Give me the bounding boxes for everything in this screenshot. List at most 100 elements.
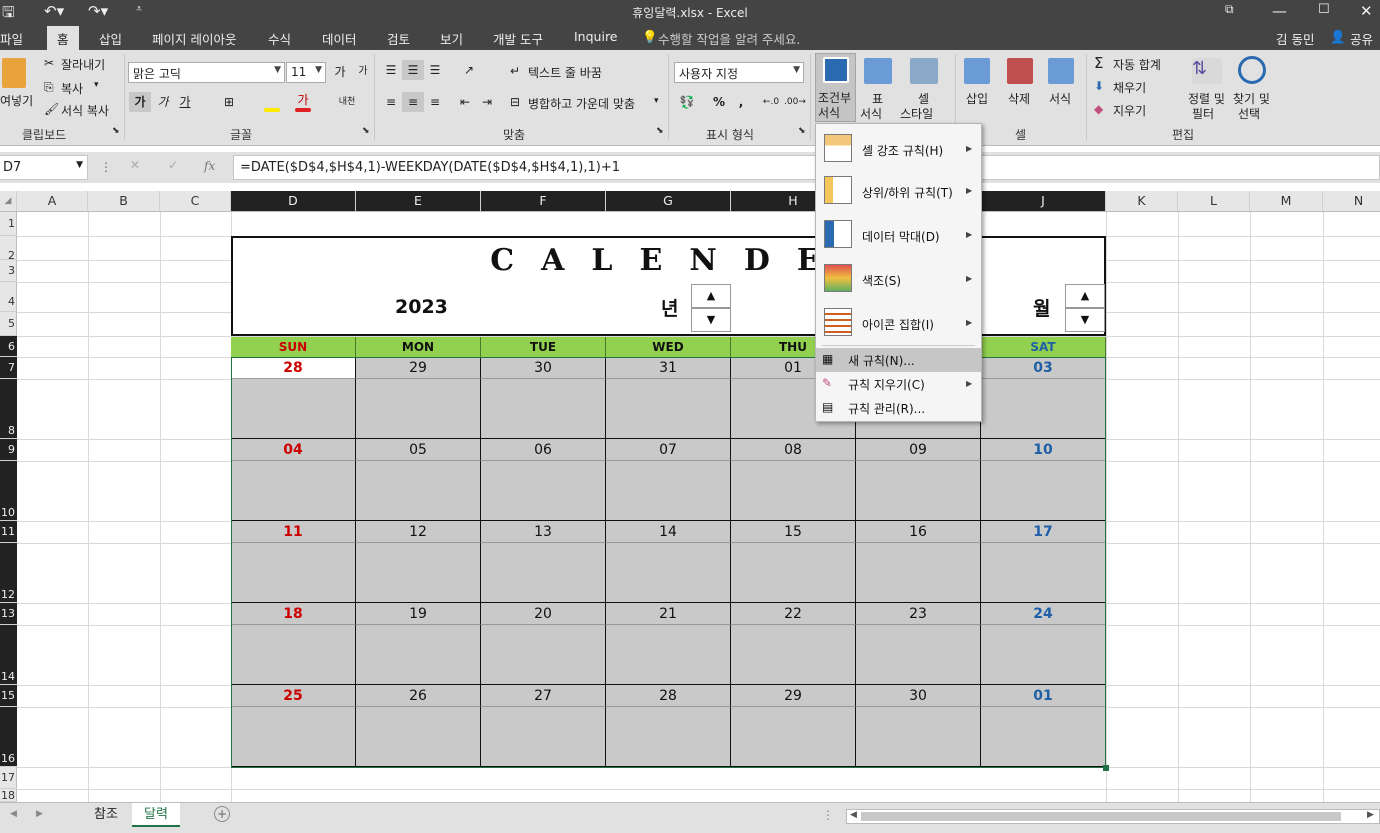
event-cell[interactable] (856, 461, 981, 521)
conditional-formatting-button[interactable]: 조건부 서식 (815, 53, 856, 122)
row-header[interactable]: 9 (0, 439, 17, 461)
date-cell[interactable]: 05 (356, 439, 481, 461)
scroll-right-icon[interactable]: ▶ (36, 809, 43, 819)
align-middle-icon[interactable]: ☰ (402, 60, 424, 80)
row-header[interactable]: 5 (0, 312, 17, 336)
font-color-button[interactable]: 가 (292, 90, 314, 110)
row-header[interactable]: 7 (0, 357, 17, 379)
date-cell[interactable]: 04 (231, 439, 356, 461)
event-cell[interactable] (731, 543, 856, 603)
column-header[interactable]: M (1250, 191, 1323, 211)
column-header[interactable]: B (88, 191, 160, 211)
date-cell[interactable]: 29 (356, 357, 481, 379)
chevron-down-icon[interactable]: ▾ (94, 80, 99, 90)
event-cell[interactable] (606, 379, 731, 439)
date-cell[interactable]: 03 (981, 357, 1106, 379)
date-cell[interactable]: 17 (981, 521, 1106, 543)
event-cell[interactable] (981, 625, 1106, 685)
column-header[interactable]: J (981, 191, 1106, 211)
scroll-right-icon[interactable]: ▶ (1367, 810, 1374, 820)
date-cell[interactable]: 14 (606, 521, 731, 543)
dialog-launcher-icon[interactable]: ⬊ (362, 126, 370, 136)
cell-styles-label-2[interactable]: 스타일 (900, 105, 933, 122)
insert-cells-icon[interactable] (964, 58, 990, 84)
increase-decimal-icon[interactable]: ←.0 (760, 92, 782, 112)
fill-handle[interactable] (1103, 765, 1109, 771)
date-cell[interactable]: 08 (731, 439, 856, 461)
column-header[interactable]: N (1323, 191, 1380, 211)
month-down-button[interactable]: ▼ (1065, 308, 1105, 332)
format-as-table-label-2[interactable]: 서식 (860, 105, 882, 122)
shrink-font-button[interactable]: 가 (352, 62, 374, 82)
row-header[interactable]: 18 (0, 789, 17, 802)
tab-view[interactable]: 보기 (440, 29, 463, 48)
date-cell[interactable]: 30 (481, 357, 606, 379)
event-cell[interactable] (606, 461, 731, 521)
bold-button[interactable]: 가 (129, 92, 151, 112)
day-header[interactable]: MON (356, 337, 481, 357)
align-top-icon[interactable]: ☰ (380, 60, 402, 80)
increase-indent-icon[interactable]: ⇥ (476, 92, 498, 112)
fill-color-icon[interactable] (264, 108, 280, 112)
scroll-left-icon[interactable]: ◀ (850, 810, 857, 820)
event-cell[interactable] (356, 707, 481, 767)
insert-button[interactable]: 삽입 (966, 90, 988, 107)
tab-page-layout[interactable]: 페이지 레이아웃 (152, 29, 236, 48)
scroll-splitter-icon[interactable]: ⋮ (822, 808, 834, 822)
sort-filter-icon[interactable]: ⇅ (1192, 58, 1222, 84)
event-cell[interactable] (731, 707, 856, 767)
year-up-button[interactable]: ▲ (691, 284, 731, 308)
menu-item-top-bottom-rules[interactable]: 상위/하위 규칙(T) ▶ (816, 172, 981, 210)
grow-font-button[interactable]: 가 (329, 62, 351, 82)
event-cell[interactable] (481, 543, 606, 603)
format-button[interactable]: 서식 (1049, 90, 1071, 107)
event-cell[interactable] (981, 379, 1106, 439)
event-cell[interactable] (231, 461, 356, 521)
date-cell[interactable]: 18 (231, 603, 356, 625)
minimize-icon[interactable]: — (1272, 2, 1287, 20)
format-painter-button[interactable]: 서식 복사 (61, 102, 109, 119)
cancel-icon[interactable]: ✕ (130, 158, 140, 172)
tab-formulas[interactable]: 수식 (268, 29, 291, 48)
row-header[interactable]: 10 (0, 461, 17, 521)
column-header[interactable]: C (160, 191, 231, 211)
decrease-indent-icon[interactable]: ⇤ (454, 92, 476, 112)
column-header[interactable]: L (1178, 191, 1250, 211)
tab-data[interactable]: 데이터 (322, 29, 357, 48)
menu-item-icon-sets[interactable]: 아이콘 집합(I) ▶ (816, 304, 981, 342)
date-cell[interactable]: 24 (981, 603, 1106, 625)
row-header[interactable]: 16 (0, 707, 17, 767)
date-cell[interactable]: 11 (231, 521, 356, 543)
orientation-icon[interactable]: ↗ (458, 60, 480, 80)
font-name-combo[interactable]: 맑은 고딕 ▼ (128, 62, 285, 83)
tab-file[interactable]: 파일 (0, 29, 23, 48)
ribbon-display-icon[interactable]: ⧉ (1225, 2, 1234, 17)
borders-icon[interactable]: ⊞ (218, 92, 240, 112)
event-cell[interactable] (356, 379, 481, 439)
close-icon[interactable]: ✕ (1360, 2, 1373, 20)
cut-button[interactable]: 잘라내기 (61, 56, 105, 73)
event-cell[interactable] (481, 379, 606, 439)
insert-function-button[interactable]: fx (204, 159, 215, 173)
menu-item-data-bars[interactable]: 데이터 막대(D) ▶ (816, 216, 981, 254)
date-cell[interactable]: 13 (481, 521, 606, 543)
event-cell[interactable] (981, 543, 1106, 603)
paste-icon[interactable] (2, 58, 26, 88)
day-header[interactable]: SAT (981, 337, 1106, 357)
phonetic-button[interactable]: 내천 (336, 92, 358, 112)
date-cell[interactable]: 21 (606, 603, 731, 625)
row-header[interactable]: 2 (0, 236, 17, 262)
date-cell[interactable]: 12 (356, 521, 481, 543)
sort-filter-label-2[interactable]: 필터 (1192, 105, 1214, 122)
event-cell[interactable] (606, 707, 731, 767)
row-header[interactable]: 6 (0, 336, 17, 357)
event-cell[interactable] (856, 707, 981, 767)
dialog-launcher-icon[interactable]: ⬊ (112, 126, 120, 136)
column-header[interactable]: D (231, 191, 356, 211)
more-icon[interactable]: ⋮ (100, 160, 112, 174)
italic-button[interactable]: 가 (152, 92, 174, 112)
event-cell[interactable] (481, 625, 606, 685)
event-cell[interactable] (481, 461, 606, 521)
event-cell[interactable] (856, 625, 981, 685)
date-cell[interactable]: 10 (981, 439, 1106, 461)
